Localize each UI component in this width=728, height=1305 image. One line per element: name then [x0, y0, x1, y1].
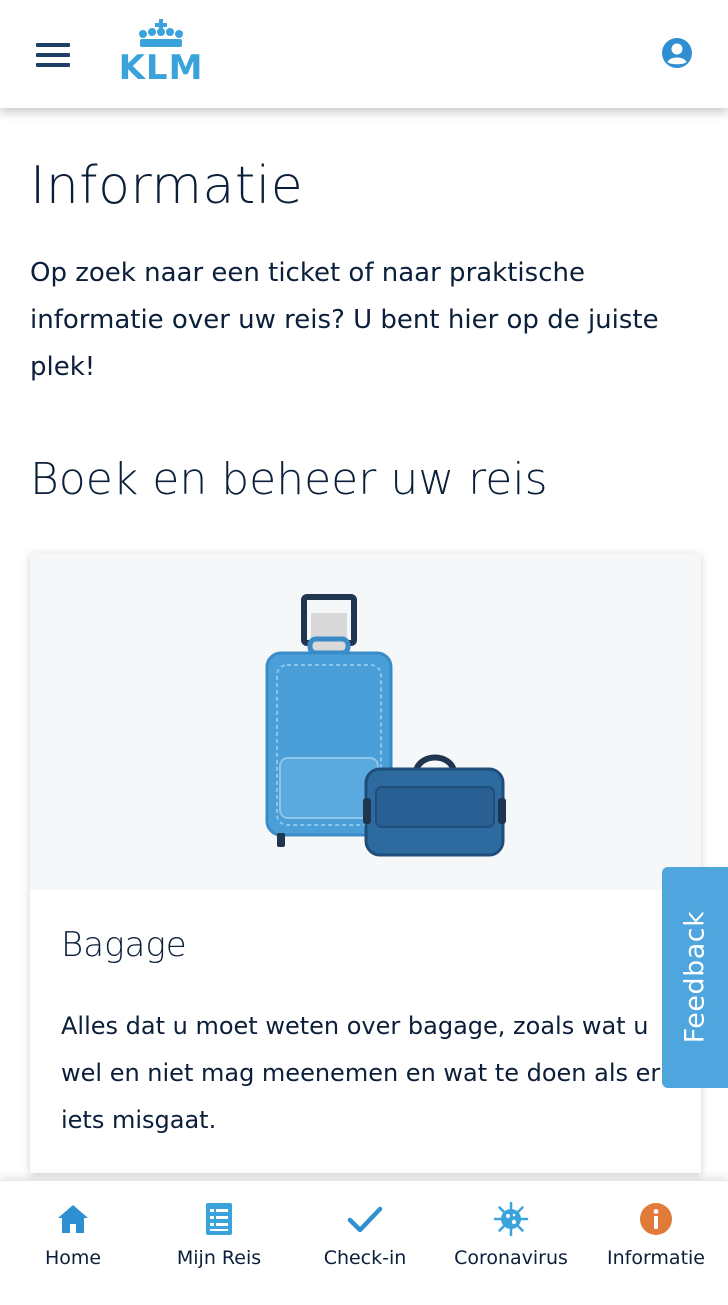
- nav-label-mijn-reis: Mijn Reis: [176, 1247, 262, 1269]
- account-icon[interactable]: [660, 36, 694, 70]
- nav-label-home: Home: [44, 1247, 102, 1269]
- nav-item-coronavirus[interactable]: Coronavirus: [438, 1181, 584, 1305]
- luggage-illustration: [30, 553, 701, 890]
- home-icon: [58, 1205, 88, 1233]
- nav-item-home[interactable]: Home: [0, 1181, 146, 1305]
- nav-label-check-in: Check-in: [323, 1247, 407, 1269]
- nav-item-informatie[interactable]: Informatie: [584, 1181, 728, 1305]
- info-icon: [640, 1203, 672, 1235]
- hamburger-menu-icon[interactable]: [36, 42, 70, 68]
- virus-icon: [493, 1201, 529, 1237]
- card-description: Alles dat u moet weten over bagage, zoal…: [61, 1012, 661, 1134]
- bottom-nav: Home Mijn Reis Check-in Coronavirus Info…: [0, 1180, 728, 1305]
- logo-text: KLM: [118, 48, 204, 88]
- feedback-label: Feedback: [679, 910, 711, 1044]
- checkmark-icon: [347, 1206, 383, 1233]
- checklist-icon: [206, 1203, 232, 1235]
- baggage-card[interactable]: Bagage Alles dat u moet weten over bagag…: [30, 553, 701, 1173]
- nav-item-mijn-reis[interactable]: Mijn Reis: [146, 1181, 292, 1305]
- nav-label-informatie: Informatie: [606, 1247, 705, 1269]
- page-title: Informatie: [30, 156, 304, 216]
- nav-item-check-in[interactable]: Check-in: [292, 1181, 438, 1305]
- nav-label-coronavirus: Coronavirus: [454, 1247, 568, 1269]
- klm-logo[interactable]: KLM: [106, 18, 216, 88]
- feedback-button[interactable]: Feedback: [662, 867, 728, 1088]
- app-header: KLM: [0, 0, 728, 108]
- crown-icon: [139, 19, 183, 47]
- section-title: Boek en beheer uw reis: [30, 454, 548, 505]
- card-title: Bagage: [61, 925, 187, 965]
- intro-text: Op zoek naar een ticket of naar praktisc…: [30, 258, 659, 382]
